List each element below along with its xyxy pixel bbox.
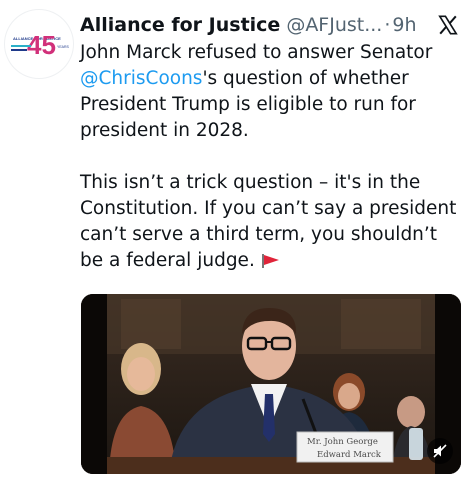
video-frame: Mr. John George Edward Marck [81,294,461,474]
avatar-stripe [11,45,31,47]
avatar-text-right: YEARS [57,45,70,49]
afj-logo: ALLIANCE FOR JUSTICE 45 YEARS [11,30,70,60]
tweet-card: ALLIANCE FOR JUSTICE 45 YEARS Alliance f… [0,0,473,480]
tweet-paragraph-2: This isn’t a trick question – it's in th… [80,170,465,277]
x-logo-icon[interactable] [437,14,459,36]
speaker-muted-icon [433,444,447,458]
avatar[interactable]: ALLIANCE FOR JUSTICE 45 YEARS [5,10,73,78]
avatar-number: 45 [27,30,56,60]
mention-link[interactable]: @ChrisCoons [80,68,202,89]
text-before-mention: John Marck refused to answer Senator [80,42,433,63]
timestamp[interactable]: 9h [392,14,416,36]
author-handle[interactable]: @AFJust... [286,14,382,36]
mute-button[interactable] [427,438,453,464]
avatar-stripe [11,49,27,51]
author-name[interactable]: Alliance for Justice [80,14,280,36]
separator-dot: · [384,14,391,36]
tweet-text: John Marck refused to answer Senator @Ch… [80,40,465,277]
tweet-header: Alliance for Justice @AFJust... · 9h [80,14,417,38]
nameplate-line-1: Mr. John George [307,437,378,447]
nameplate-line-2: Edward Marck [317,450,382,460]
tweet-paragraph-1: John Marck refused to answer Senator @Ch… [80,40,465,144]
triangular-flag-icon [261,251,281,277]
video-player[interactable]: Mr. John George Edward Marck [81,294,461,474]
